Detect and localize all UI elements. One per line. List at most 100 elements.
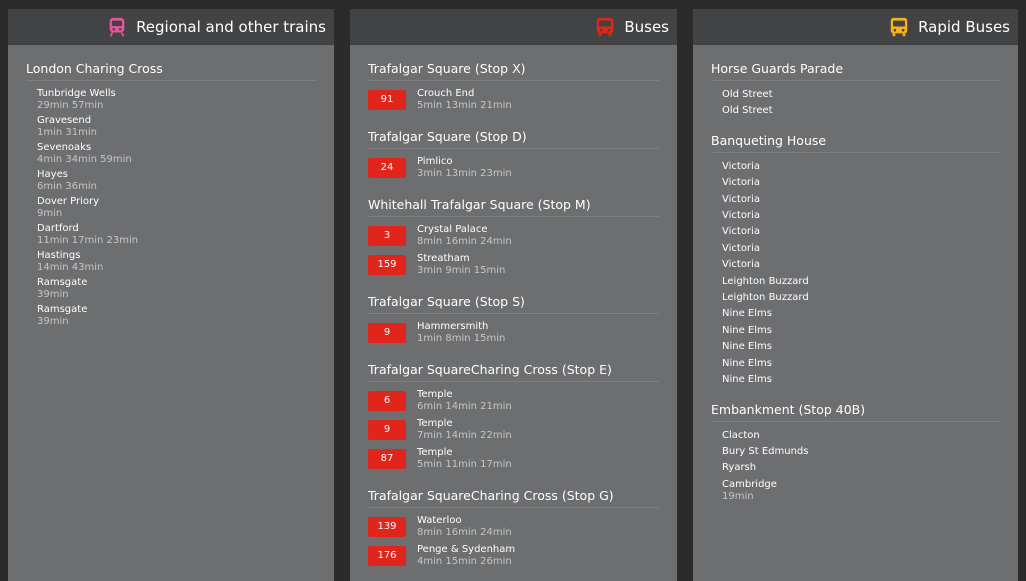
departure-info: Waterloo 8min 16min 24min	[417, 515, 512, 538]
route-badge: 91	[368, 89, 406, 110]
departure-list: 24 Pimlico 3min 13min 23min	[368, 156, 659, 179]
destination: Victoria	[722, 210, 760, 222]
departure-list: 6 Temple 6min 14min 21min 9 Temple 7min 14min…	[368, 389, 659, 470]
departure-info: Hammersmith 1min 8min 15min	[417, 321, 505, 344]
destination: Temple	[417, 418, 453, 429]
destination: Cambridge	[722, 478, 777, 490]
destination: Temple	[417, 447, 453, 458]
departure-row: Ryarsh	[722, 461, 1000, 474]
departure-row: Leighton Buzzard	[722, 275, 1000, 288]
departure-times: 1min 8min 15min	[417, 333, 506, 344]
departure-row: Hastings 14min 43min	[37, 250, 316, 273]
train-icon	[109, 17, 125, 37]
panel-title: Rapid Buses	[918, 18, 1010, 36]
stop-title: Embankment (Stop 40B)	[711, 390, 1000, 422]
departure-row: Old Street	[722, 104, 1000, 117]
departure-times: 4min 15min 26min	[417, 556, 512, 567]
departure-row: Victoria	[722, 225, 1000, 238]
destination: Hammersmith	[417, 321, 489, 332]
departure-row: Nine Elms	[722, 307, 1000, 320]
route-badge: 6	[368, 390, 406, 411]
departure-list: Old Street Old Street	[711, 88, 1000, 118]
route-badge: 159	[368, 254, 406, 275]
departure-times: 5min 13min 21min	[417, 100, 512, 111]
departure-times: 5min 11min 17min	[417, 459, 512, 470]
stop-title: Trafalgar Square (Stop S)	[368, 282, 659, 314]
departure-times: 39min	[37, 289, 69, 300]
departure-row: Old Street	[722, 88, 1000, 101]
regional-trains-panel: Regional and other trains London Charing…	[8, 9, 334, 581]
panel-header: Buses	[350, 9, 677, 45]
departure-row: 139 Waterloo 8min 16min 24min	[368, 515, 659, 538]
departure-list: 3 Crystal Palace 8min 16min 24min 159 Streat…	[368, 224, 659, 276]
departure-row: Bury St Edmunds	[722, 445, 1000, 458]
destination: Ramsgate	[37, 304, 88, 315]
departure-row: 6 Temple 6min 14min 21min	[368, 389, 659, 412]
destination: Leighton Buzzard	[722, 292, 809, 304]
destination: Hastings	[37, 250, 81, 261]
departure-row: Dover Priory 9min	[37, 196, 316, 219]
destination: Victoria	[722, 177, 760, 189]
departure-row: 91 Crouch End 5min 13min 21min	[368, 88, 659, 111]
destination: Old Street	[722, 89, 773, 100]
departure-row: Leighton Buzzard	[722, 291, 1000, 304]
destination: Bury St Edmunds	[722, 445, 809, 457]
departure-times: 6min 14min 21min	[417, 401, 512, 412]
departure-row: Nine Elms	[722, 340, 1000, 353]
destination: Ramsgate	[37, 277, 88, 288]
departure-row: Dartford 11min 17min 23min	[37, 223, 316, 246]
destination: Nine Elms	[722, 341, 772, 353]
stop-title: Trafalgar Square (Stop D)	[368, 117, 659, 149]
stop-title: Trafalgar Square (Stop X)	[368, 45, 659, 81]
destination: Nine Elms	[722, 308, 772, 320]
departure-info: Temple 6min 14min 21min	[417, 389, 512, 412]
stop-title: Horse Guards Parade	[711, 45, 1000, 81]
departure-row: Victoria	[722, 193, 1000, 206]
destination: Nine Elms	[722, 374, 772, 386]
departure-row: 87 Temple 5min 11min 17min	[368, 447, 659, 470]
destination: Clacton	[722, 429, 760, 441]
departure-times: 7min 14min 22min	[417, 430, 512, 441]
stop-title: Trafalgar SquareCharing Cross (Stop E)	[368, 350, 659, 382]
departure-times: 14min 43min	[37, 262, 104, 273]
departure-row: Nine Elms	[722, 373, 1000, 386]
departure-times: 19min	[722, 491, 754, 503]
departure-row: Tunbridge Wells 29min 57min	[37, 88, 316, 111]
departure-info: Streatham 3min 9min 15min	[417, 253, 505, 276]
route-badge: 87	[368, 448, 406, 469]
destination: Pimlico	[417, 156, 453, 167]
destination: Victoria	[722, 193, 760, 205]
departure-times: 4min 34min 59min	[37, 154, 132, 165]
destination: Victoria	[722, 226, 760, 238]
panel-title: Buses	[624, 18, 669, 36]
departure-times: 39min	[37, 316, 69, 327]
destination: Waterloo	[417, 515, 462, 526]
departure-row: Cambridge 19min	[722, 478, 1000, 502]
departure-times: 11min 17min 23min	[37, 235, 139, 246]
destination: Victoria	[722, 259, 760, 271]
destination: Streatham	[417, 253, 470, 264]
departure-info: Pimlico 3min 13min 23min	[417, 156, 512, 179]
departure-info: Crouch End 5min 13min 21min	[417, 88, 512, 111]
departure-row: 159 Streatham 3min 9min 15min	[368, 253, 659, 276]
route-badge: 9	[368, 419, 406, 440]
departure-row: Nine Elms	[722, 324, 1000, 337]
departure-list: Tunbridge Wells 29min 57min Gravesend 1min …	[26, 88, 316, 327]
departure-list: Victoria Victoria Victoria Victoria Victoria…	[711, 160, 1000, 387]
departure-row: Clacton	[722, 429, 1000, 442]
departure-times: 1min 31min	[37, 127, 97, 138]
destination: Ryarsh	[722, 462, 757, 474]
route-badge: 3	[368, 225, 406, 246]
departure-info: Penge & Sydenham 4min 15min 26min	[417, 544, 515, 567]
departure-row: Victoria	[722, 258, 1000, 271]
departure-times: 9min	[37, 208, 63, 219]
route-badge: 24	[368, 157, 406, 178]
departure-row: 3 Crystal Palace 8min 16min 24min	[368, 224, 659, 247]
departure-row: 9 Hammersmith 1min 8min 15min	[368, 321, 659, 344]
departure-row: Hayes 6min 36min	[37, 169, 316, 192]
destination: Dartford	[37, 223, 79, 234]
destination: Temple	[417, 389, 453, 400]
departure-times: 3min 9min 15min	[417, 265, 506, 276]
departure-times: 6min 36min	[37, 181, 97, 192]
stop-title: Trafalgar SquareCharing Cross (Stop G)	[368, 476, 659, 508]
